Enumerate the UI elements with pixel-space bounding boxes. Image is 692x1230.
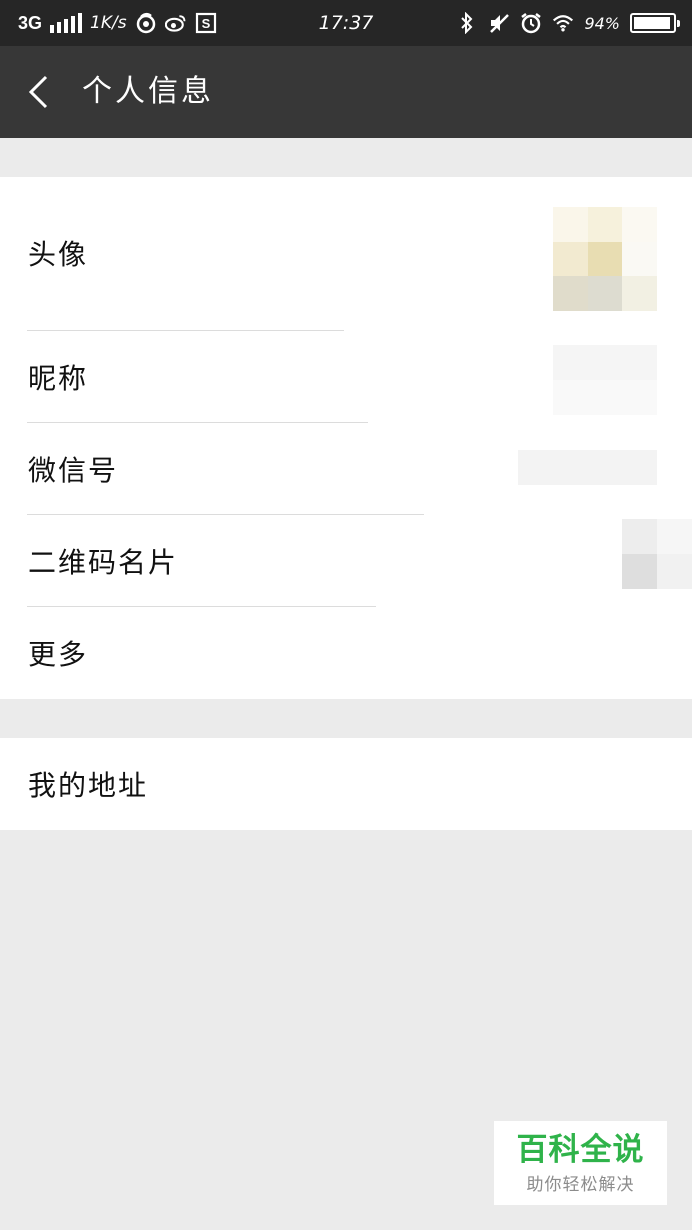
status-bar: 3G 1K/s S 17:37 94% <box>0 0 692 46</box>
row-label-nickname: 昵称 <box>28 362 89 395</box>
battery-icon <box>630 13 680 33</box>
watermark-tagline: 助你轻松解决 <box>526 1174 635 1195</box>
address-settings-group: 我的地址 <box>0 738 692 830</box>
row-label-avatar: 头像 <box>28 238 89 271</box>
alarm-icon <box>520 12 542 34</box>
mute-icon <box>488 12 510 34</box>
row-wechat-id[interactable]: 微信号 <box>0 423 692 514</box>
wechat-id-value <box>518 450 657 485</box>
netease-icon <box>135 12 157 34</box>
battery-fill <box>634 17 670 29</box>
row-avatar[interactable]: 头像 <box>0 177 692 330</box>
status-bar-left: 3G 1K/s S <box>18 0 217 46</box>
wifi-icon <box>552 12 574 34</box>
row-label-my-address: 我的地址 <box>28 769 149 802</box>
network-type: 3G <box>18 12 43 33</box>
battery-percent: 94% <box>584 13 620 33</box>
row-label-wechat-id: 微信号 <box>28 454 119 487</box>
qr-code-icon <box>622 519 692 589</box>
row-nickname[interactable]: 昵称 <box>0 331 692 422</box>
signal-icon <box>50 13 83 33</box>
row-label-qr-code: 二维码名片 <box>28 546 179 579</box>
svg-text:S: S <box>201 16 210 31</box>
weibo-icon <box>164 12 187 34</box>
back-button[interactable] <box>18 72 58 112</box>
s-app-icon: S <box>195 12 217 34</box>
avatar <box>553 207 657 311</box>
watermark-brand: 百科全说 <box>516 1131 645 1168</box>
profile-settings-group: 头像 昵称 微信号 二维码名片 更多 <box>0 177 692 699</box>
chevron-left-icon <box>28 75 48 109</box>
row-label-more: 更多 <box>28 638 89 671</box>
title-bar: 个人信息 <box>0 46 692 138</box>
status-bar-right: 94% <box>456 0 680 46</box>
network-speed: 1K/s <box>90 13 127 33</box>
row-more[interactable]: 更多 <box>0 607 692 699</box>
row-qr-code[interactable]: 二维码名片 <box>0 515 692 606</box>
page-title: 个人信息 <box>82 74 214 109</box>
nickname-value <box>553 345 657 415</box>
row-my-address[interactable]: 我的地址 <box>0 738 692 830</box>
bluetooth-icon <box>456 12 478 34</box>
watermark-logo: 百科全说 助你轻松解决 <box>494 1121 667 1205</box>
